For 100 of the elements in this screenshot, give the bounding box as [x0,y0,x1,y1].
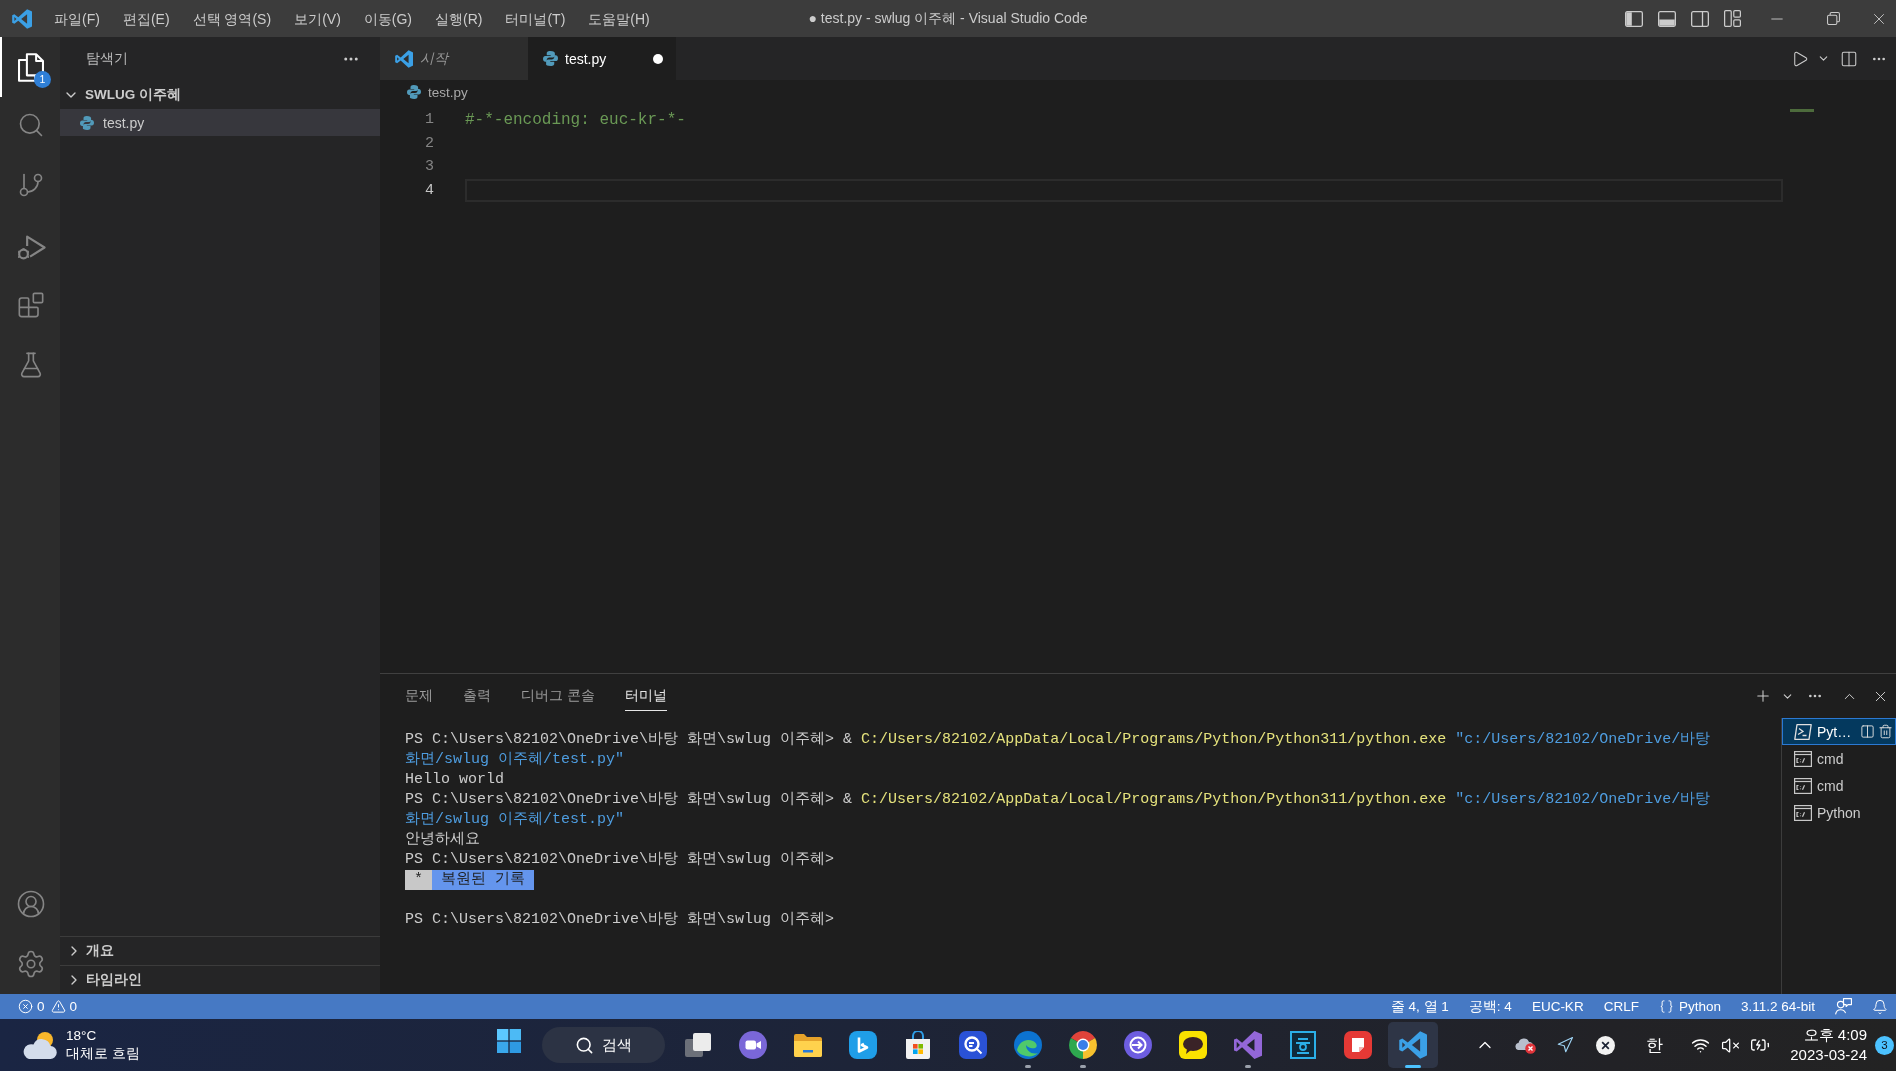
error-count[interactable]: 0 [18,999,45,1014]
line-number: 2 [425,134,434,152]
input-method-indicator[interactable]: 한 [1625,1025,1684,1065]
terminal-item[interactable]: cmd [1782,772,1896,799]
layout-grid-icon[interactable] [1724,10,1741,27]
menu-item[interactable]: 터미널(T) [505,7,566,30]
note-tile-icon[interactable] [1344,1031,1372,1059]
restore-icon[interactable] [1826,12,1840,25]
section-header[interactable]: 개요 [60,942,114,960]
wave-browser-icon[interactable] [1014,1031,1042,1059]
split-icon[interactable] [1860,724,1875,739]
branch-icon[interactable] [17,171,45,199]
search-icon[interactable] [17,111,45,139]
terminal-item[interactable]: cmd [1782,745,1896,772]
menu-item[interactable]: 실행(R) [435,7,483,30]
task-view-icon[interactable] [685,1033,711,1057]
split-editor-icon[interactable] [1840,49,1858,68]
console-window-icon [1794,804,1812,821]
cloud-error-icon[interactable] [1514,1036,1537,1054]
code-logo-icon [395,49,413,68]
menu-item[interactable]: 이동(G) [363,7,412,30]
weather-icon[interactable] [22,1031,58,1059]
blocks-icon[interactable] [17,291,45,319]
status-bar-item[interactable]: CRLF [1603,999,1639,1014]
panel-tab[interactable]: 출력 [463,681,491,711]
console-window-icon [1794,750,1812,767]
status-bar-item[interactable]: 3.11.2 64-bit [1740,999,1815,1014]
right-panel-toggle-icon[interactable] [1690,10,1709,27]
editor-tab[interactable]: 시작 [380,37,528,80]
trash-icon[interactable] [1878,724,1893,739]
active-app-button[interactable] [1388,1022,1438,1068]
editor-tab[interactable]: test.py [528,37,676,80]
temperature-text: 18°C [66,1027,98,1045]
error-icon [18,999,33,1014]
python-file-icon [407,85,421,99]
folder-header[interactable]: SWLUG 이주혜 [60,81,181,109]
search-icon [575,1035,594,1055]
terminal-line: PS C:\Users\82102\OneDrive\바탕 화면\swlug 이주혜> & C:/Users/82102/AppData/Local/Programs/Python/Python311/python.exe "c:/Users/82102/OneDrive/바탕 [405,790,1711,810]
arrow-circle-icon[interactable] [1124,1031,1152,1059]
run-icon[interactable] [1791,49,1809,68]
files-icon[interactable] [18,52,44,82]
round-browser-icon[interactable] [1069,1031,1097,1059]
menu-item[interactable]: 선택 영역(S) [192,7,272,30]
status-bar-item[interactable]: EUC-KR [1531,999,1584,1014]
restored-history-label: 복원된 기록 [432,870,535,890]
terminal-line: 화면/swlug 이주혜/test.py" [405,750,625,770]
account-icon[interactable] [16,889,46,919]
settings-icon[interactable] [16,949,46,979]
ribbon-logo-icon[interactable] [1234,1031,1262,1059]
terminal-line: PS C:\Users\82102\OneDrive\바탕 화면\swlug 이주혜> & C:/Users/82102/AppData/Local/Programs/Python/Python311/python.exe "c:/Users/82102/OneDrive/바탕 [405,730,1711,750]
line-number: 1 [425,111,434,129]
notification-badge[interactable]: 3 [1875,1035,1894,1055]
start-icon[interactable] [497,1028,521,1053]
folder-icon[interactable] [794,1033,822,1057]
menu-item[interactable]: 도움말(H) [588,7,650,30]
terminal-line: 화면/swlug 이주혜/test.py" [405,810,625,830]
chat-bubble-tile-icon[interactable] [1179,1031,1207,1059]
warning-count[interactable]: 0 [50,999,78,1014]
feedback-icon[interactable] [1835,998,1852,1015]
status-bar-item[interactable]: 공백: 4 [1468,997,1512,1016]
code-logo-icon[interactable] [1399,1031,1427,1059]
glyph-tile-icon[interactable] [1290,1031,1316,1059]
b-logo-tile-icon[interactable] [849,1031,877,1059]
panel-tab[interactable]: 디버그 콘솔 [521,681,595,711]
language-mode-button[interactable]: Python [1658,999,1721,1014]
menu-item[interactable]: 편집(E) [122,7,170,30]
terminal-item[interactable]: Python [1782,799,1896,826]
python-file-icon [543,51,558,66]
minimap-drawing [1790,109,1814,112]
sidebar-title: 탐색기 [86,50,128,68]
shopping-bag-icon[interactable] [905,1031,931,1059]
status-bar-item[interactable]: 줄 4, 열 1 [1390,997,1449,1016]
terminal-icon [1794,723,1812,740]
video-camera-icon[interactable] [739,1031,767,1059]
menu-item[interactable]: 파일(F) [54,7,100,30]
panel-tab[interactable]: 터미널 [624,681,667,711]
magnifier-tile-icon[interactable] [959,1031,987,1059]
left-panel-toggle-icon[interactable] [1624,10,1643,27]
clock-button[interactable]: 오후 4:09 2023-03-24 [1790,1025,1867,1065]
terminal-item[interactable]: Pyt… [1782,718,1896,745]
play-bug-icon[interactable] [16,234,46,260]
search-field[interactable]: 검색 [542,1027,665,1063]
terminal-line: PS C:\Users\82102\OneDrive\바탕 화면\swlug 이주혜> [405,910,835,930]
plus-icon[interactable] [1754,687,1772,705]
section-header[interactable]: 타임라인 [60,971,142,989]
panel-tab[interactable]: 문제 [405,681,433,711]
code-line: #-*-encoding: euc-kr-*- [465,109,686,131]
menu-item[interactable]: 보기(V) [294,7,341,30]
window-title: ● test.py - swlug 이주혜 - Visual Studio Code [808,9,1088,28]
code-logo-icon [12,8,32,29]
x-circle-icon[interactable] [1595,1035,1615,1055]
bell-icon[interactable] [1872,998,1888,1015]
python-file-icon [80,115,94,130]
breadcrumb-item[interactable]: test.py [407,84,468,100]
unsaved-dot-icon[interactable] [653,53,663,64]
file-item[interactable]: test.py [60,109,380,136]
location-arrow-icon[interactable] [1556,1036,1575,1054]
bottom-panel-toggle-icon[interactable] [1657,10,1676,27]
line-number: 4 [425,181,434,199]
braces-icon [1658,999,1674,1014]
